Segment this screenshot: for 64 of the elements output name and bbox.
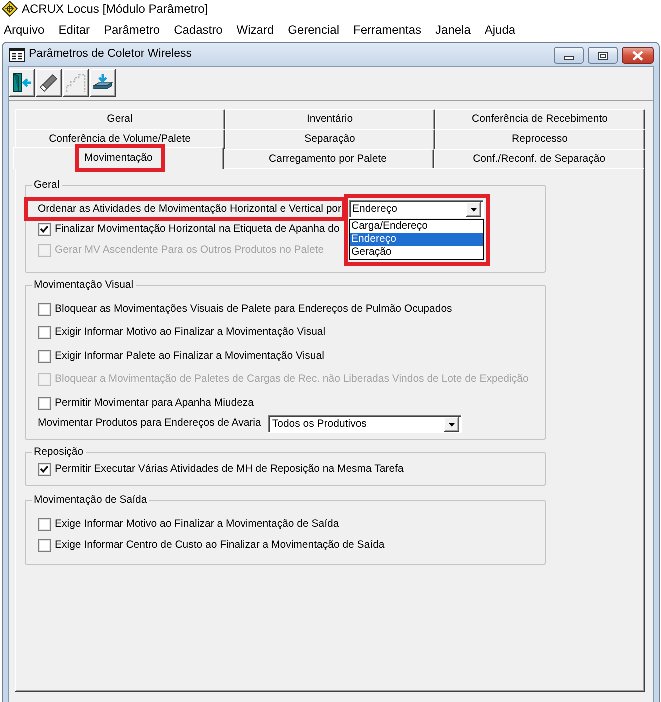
menu-item[interactable]: Cadastro <box>167 22 230 38</box>
toolbar-button[interactable] <box>36 69 62 97</box>
app-logo-icon <box>2 1 18 17</box>
toolbar-button[interactable] <box>9 69 35 97</box>
tab[interactable]: Carregamento por Palete <box>222 149 434 168</box>
minimize-icon <box>564 56 574 60</box>
form-icon <box>9 48 25 62</box>
checkbox[interactable] <box>38 326 51 340</box>
caret-icon <box>444 416 460 432</box>
tab[interactable]: Conferência de Recebimento <box>435 109 645 129</box>
maximize-icon <box>598 52 608 60</box>
checkbox[interactable] <box>38 463 51 476</box>
eraser-icon <box>39 73 59 93</box>
menu-item[interactable]: Ferramentas <box>346 22 429 38</box>
tab[interactable]: Conf./Reconf. de Separação <box>434 149 645 168</box>
close-button[interactable] <box>622 47 654 64</box>
checkbox-label: Gerar MV Ascendente Para os Outros Produtos no Palete <box>55 244 324 257</box>
minimize-button[interactable] <box>554 47 584 64</box>
checkbox-label: Exigir Informar Motivo ao Finalizar a Movimentação Visual <box>55 326 326 340</box>
checkbox-label: Exigir Informar Palete ao Finalizar a Movimentação Visual <box>55 350 324 363</box>
checkbox[interactable] <box>38 223 51 236</box>
group-title: Reposição <box>33 446 85 459</box>
checkbox[interactable] <box>38 518 51 531</box>
checkbox-label: Finalizar Movimentação Horizontal na Etiqueta de Apanha do <box>55 223 340 236</box>
group-title: Movimentação de Saída <box>33 494 148 507</box>
checkbox-label: Permitir Executar Várias Atividades de MH de Reposição na Mesma Tarefa <box>55 463 404 476</box>
menu-item[interactable]: Parâmetro <box>97 22 168 38</box>
close-icon <box>632 50 644 60</box>
dropdown-option[interactable]: Endereço <box>350 233 482 246</box>
window-title: Parâmetros de Coletor Wireless <box>29 47 192 62</box>
checkbox[interactable] <box>38 539 51 552</box>
checkbox[interactable] <box>38 302 51 316</box>
checkbox-label: Exige Informar Centro de Custo ao Finalizar a Movimentação de Saída <box>55 539 385 552</box>
menu-item[interactable]: Arquivo <box>0 22 52 38</box>
menu-item[interactable]: Gerencial <box>281 22 346 38</box>
checkbox-label: Bloquear as Movimentações Visuais de Palete para Endereços de Pulmão Ocupados <box>55 302 452 316</box>
menu-item[interactable]: Janela <box>428 22 478 38</box>
app-title: ACRUX Locus [Módulo Parâmetro] <box>22 2 208 16</box>
tab[interactable]: Geral <box>15 109 225 129</box>
tab[interactable]: Movimentação <box>13 147 224 169</box>
tab[interactable]: Reprocesso <box>435 129 645 149</box>
menu-item[interactable]: Wizard <box>230 22 282 38</box>
menu-item[interactable]: Editar <box>52 22 98 38</box>
checkbox-label: Bloquear a Movimentação de Paletes de Cargas de Rec. não Liberadas Vindos de Lote de Expedição <box>55 373 529 386</box>
door-arrow-icon <box>12 73 32 93</box>
checkbox-label: Permitir Movimentar para Apanha Miudeza <box>55 396 254 410</box>
field-label: Movimentar Produtos para Endereços de Avaria <box>38 417 262 430</box>
menu-item[interactable]: Ajuda <box>478 22 523 38</box>
dropdown-option[interactable]: Geração <box>350 246 482 260</box>
field-label: Ordenar as Atividades de Movimentação Horizontal e Vertical por <box>38 202 342 216</box>
checkbox[interactable] <box>38 396 51 410</box>
group-title: Geral <box>33 179 61 192</box>
dropdown[interactable]: Todos os Produtivos <box>268 414 462 432</box>
maximize-button[interactable] <box>588 47 618 64</box>
checkbox[interactable] <box>38 350 51 363</box>
toolbar-button[interactable] <box>90 69 116 97</box>
dropdown-option[interactable]: Carga/Endereço <box>350 220 482 234</box>
checkbox-label: Exige Informar Motivo ao Finalizar a Movimentação de Saída <box>55 518 340 531</box>
caret-icon <box>466 202 482 218</box>
group-title: Movimentação Visual <box>33 278 135 292</box>
tab[interactable]: Separação <box>225 129 435 149</box>
dropdown[interactable]: Endereço <box>348 200 484 218</box>
tab[interactable]: Inventário <box>225 109 435 129</box>
stairs-icon <box>66 73 86 93</box>
